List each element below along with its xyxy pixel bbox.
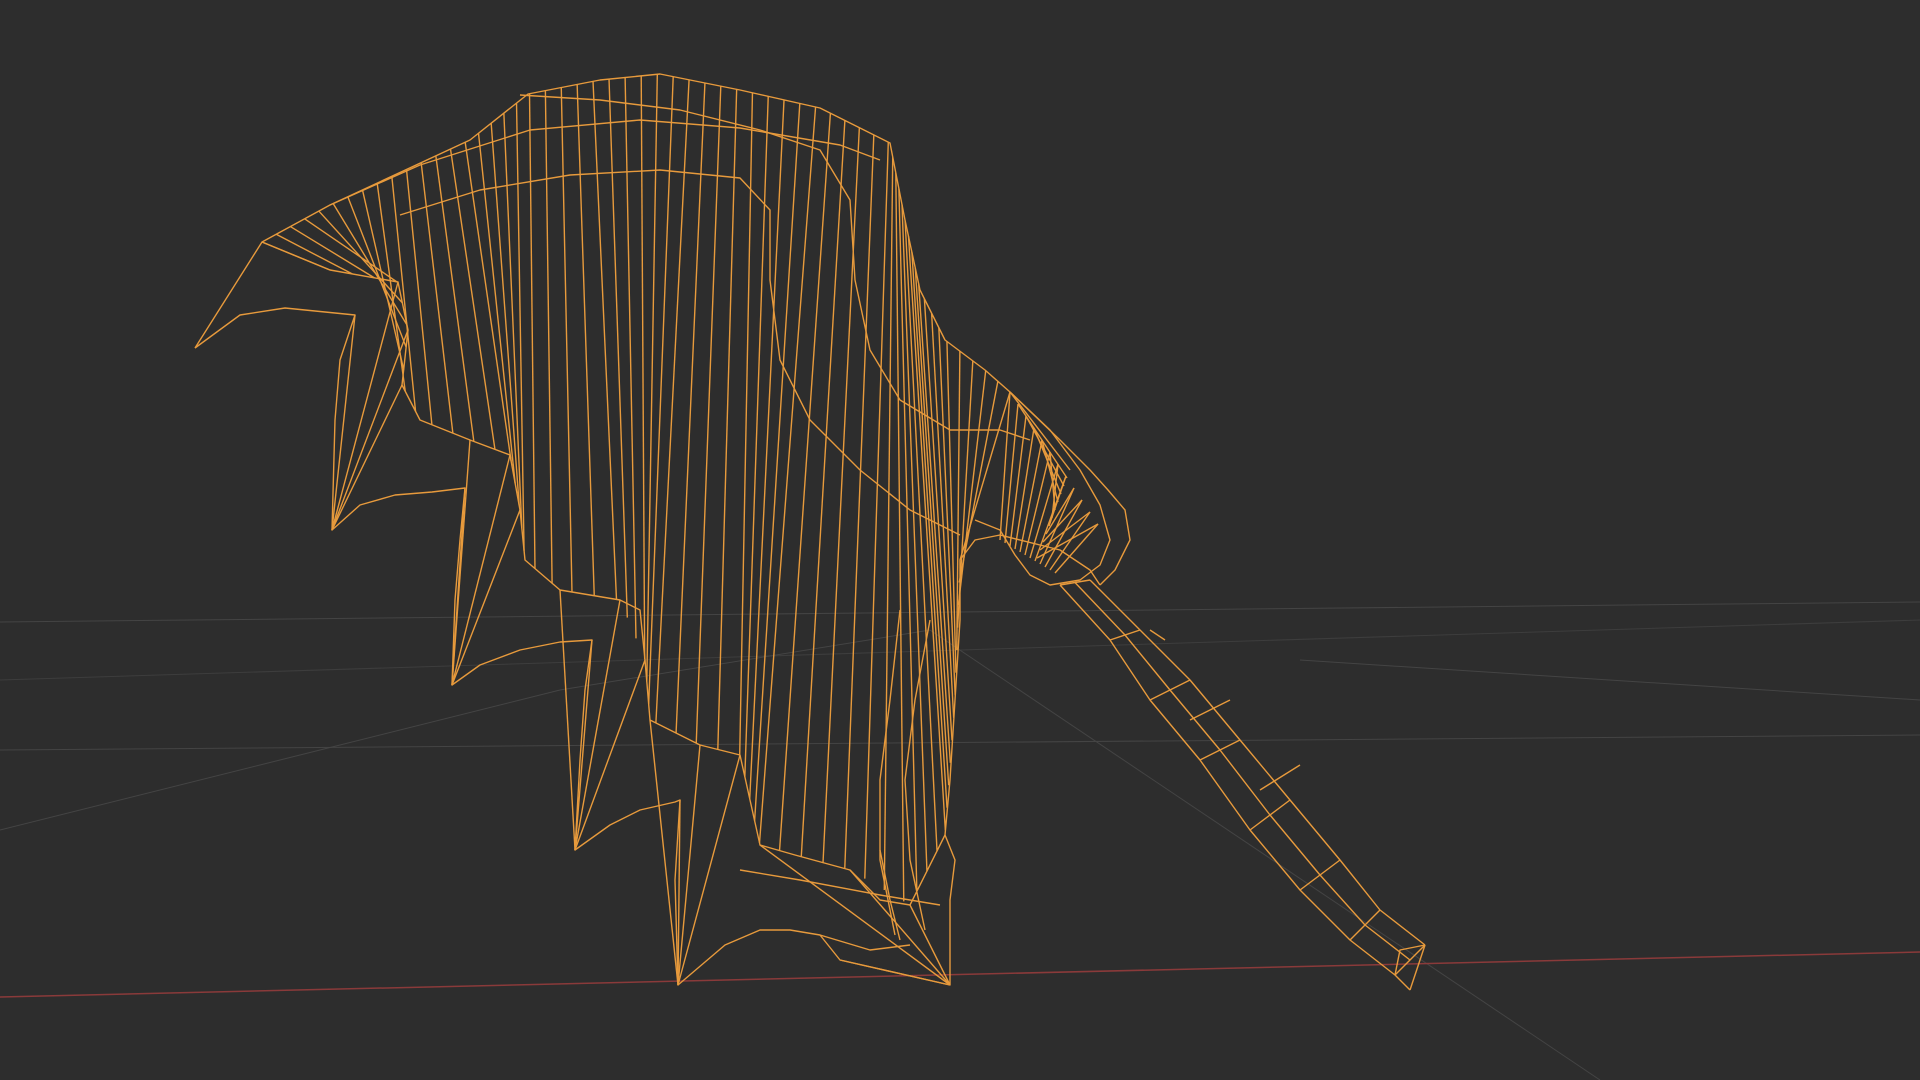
mesh-edge (744, 96, 769, 777)
mesh-edge (938, 327, 956, 696)
mesh-edge (646, 74, 659, 682)
floor-grid (0, 601, 1920, 1080)
mesh-edge (608, 79, 629, 618)
grid-line (929, 629, 1601, 1080)
wing-trailing-edge (194, 307, 956, 986)
arm-edge (1089, 579, 1426, 946)
mesh-edge (1004, 403, 1019, 544)
inner-loop (261, 241, 946, 906)
grid-line (559, 629, 931, 691)
mesh-edge (477, 133, 516, 484)
mesh-edge (1009, 391, 1071, 471)
mesh-edge (528, 93, 536, 569)
mesh-edge (749, 99, 785, 799)
arm-edge (1074, 582, 1411, 961)
mesh-edge (999, 391, 1011, 541)
mesh-edge (559, 589, 576, 851)
mesh-edge (819, 934, 911, 951)
mesh-edge (739, 92, 754, 755)
3d-viewport[interactable] (0, 0, 1920, 1080)
mesh-edge (1249, 799, 1291, 831)
mesh-edge (844, 134, 875, 869)
mesh-edge (677, 754, 741, 986)
arch-loop (399, 169, 961, 536)
mesh-edge (560, 87, 573, 593)
mesh-edge (640, 75, 646, 660)
mesh-edge (592, 81, 618, 600)
mesh-edge (1109, 629, 1141, 641)
joint-loop (974, 391, 1111, 586)
mesh-edge (576, 84, 595, 596)
mesh-edge (1349, 909, 1381, 941)
wing-leading-edge (194, 73, 1131, 586)
mesh-edge (895, 172, 905, 902)
mesh-edge (904, 619, 931, 931)
mesh-edge (800, 120, 846, 857)
mesh-edge (318, 210, 403, 304)
arm-edge (1059, 584, 1411, 991)
mesh-edge (574, 599, 621, 851)
viewport-canvas[interactable] (0, 0, 1920, 1080)
mesh-edge (435, 155, 475, 442)
mesh-edge (275, 233, 353, 275)
mesh-edge (1199, 739, 1241, 761)
x-axis-line (0, 951, 1920, 998)
mesh-edge (1149, 629, 1166, 641)
mesh-edge (405, 169, 433, 425)
mesh-edge (677, 744, 701, 986)
mesh-edge (849, 869, 951, 986)
mesh-edge (331, 281, 399, 531)
grid-line (0, 734, 1920, 751)
mesh-edge (822, 127, 861, 863)
mesh-edge (649, 719, 679, 986)
mesh-edge (361, 189, 405, 370)
mesh-edge (879, 609, 901, 936)
grid-line (0, 689, 561, 831)
mesh-edge (624, 77, 637, 639)
mesh-edge (864, 142, 889, 879)
mesh-edge (739, 869, 941, 906)
grid-line (1299, 659, 1920, 701)
mesh-wing-icon[interactable] (194, 73, 1426, 991)
mesh-edge (717, 89, 738, 750)
mesh-edge (1299, 859, 1341, 891)
mesh-edge (883, 156, 894, 891)
mesh-edge (347, 196, 407, 348)
mesh-edge (911, 252, 948, 808)
mesh-edge (544, 90, 553, 584)
mesh-edge (331, 384, 403, 531)
mesh-edge (958, 381, 999, 583)
mesh-edge (261, 241, 331, 271)
mesh-edge (1149, 679, 1191, 701)
mesh-edge (753, 103, 801, 821)
mesh-edge (1259, 764, 1301, 791)
